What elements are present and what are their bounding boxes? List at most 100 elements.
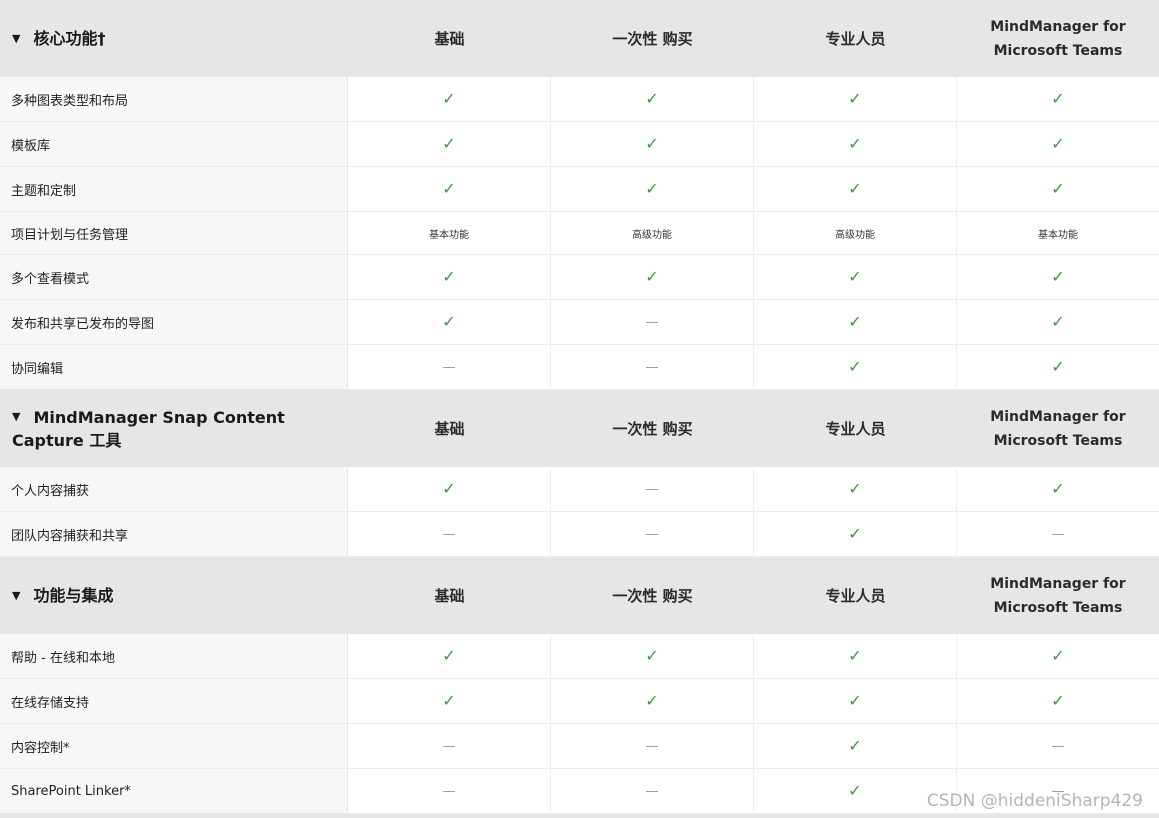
feature-level-text: 基本功能 [1038, 229, 1078, 241]
row-label: 多种图表类型和布局 [0, 77, 348, 121]
column-header-teams: MindManager for Microsoft Teams [990, 18, 1126, 59]
check-icon: ✓ [1051, 646, 1065, 665]
table-row: 协同编辑 — — ✓ ✓ [0, 345, 1159, 390]
check-icon: ✓ [442, 179, 456, 198]
check-icon: ✓ [848, 89, 862, 108]
dash-icon: — [1051, 738, 1065, 754]
dash-icon: — [442, 526, 456, 542]
column-header-professional: 专业人员 [825, 420, 886, 438]
dash-icon: — [442, 738, 456, 754]
check-icon: ✓ [1051, 312, 1065, 331]
section-title: 功能与集成 [33, 586, 114, 605]
table-row: 项目计划与任务管理 基本功能 高级功能 高级功能 基本功能 [0, 212, 1159, 255]
check-icon: ✓ [848, 267, 862, 286]
check-icon: ✓ [645, 691, 659, 710]
column-header-teams: MindManager for Microsoft Teams [990, 575, 1126, 616]
column-header-teams: MindManager for Microsoft Teams [990, 408, 1126, 449]
table-row: 发布和共享已发布的导图 ✓ — ✓ ✓ [0, 300, 1159, 345]
check-icon: ✓ [1051, 691, 1065, 710]
check-icon: ✓ [848, 691, 862, 710]
check-icon: ✓ [848, 781, 862, 800]
column-header-professional: 专业人员 [825, 30, 886, 48]
feature-level-text: 基本功能 [429, 229, 469, 241]
check-icon: ✓ [1051, 267, 1065, 286]
row-label: 协同编辑 [0, 345, 348, 389]
table-bottom-bar [0, 814, 1159, 818]
dash-icon: — [645, 314, 659, 330]
column-header-one-time-purchase: 一次性 购买 [612, 30, 693, 48]
table-row: 团队内容捕获和共享 — — ✓ — [0, 512, 1159, 557]
column-header-one-time-purchase: 一次性 购买 [612, 420, 693, 438]
check-icon: ✓ [442, 646, 456, 665]
check-icon: ✓ [442, 267, 456, 286]
row-label: 多个查看模式 [0, 255, 348, 299]
feature-comparison-table: ▼ 核心功能† 基础 一次性 购买 专业人员 MindManager for Mi… [0, 0, 1159, 814]
check-icon: ✓ [645, 267, 659, 286]
row-label: 个人内容捕获 [0, 467, 348, 511]
check-icon: ✓ [1051, 89, 1065, 108]
dash-icon: — [442, 359, 456, 375]
table-row: 帮助 - 在线和本地 ✓ ✓ ✓ ✓ [0, 634, 1159, 679]
column-header-basic: 基础 [434, 30, 465, 48]
dash-icon: — [1051, 526, 1065, 542]
check-icon: ✓ [442, 134, 456, 153]
check-icon: ✓ [442, 479, 456, 498]
feature-level-text: 高级功能 [632, 229, 672, 241]
check-icon: ✓ [848, 736, 862, 755]
dash-icon: — [645, 738, 659, 754]
check-icon: ✓ [1051, 179, 1065, 198]
row-label: 团队内容捕获和共享 [0, 512, 348, 556]
row-label: 项目计划与任务管理 [0, 212, 348, 254]
dash-icon: — [645, 783, 659, 799]
table-row: 多个查看模式 ✓ ✓ ✓ ✓ [0, 255, 1159, 300]
row-label: SharePoint Linker* [0, 769, 348, 813]
section-title: MindManager Snap Content Capture 工具 [12, 408, 285, 450]
column-header-professional: 专业人员 [825, 587, 886, 605]
table-row: 个人内容捕获 ✓ — ✓ ✓ [0, 467, 1159, 512]
caret-down-icon[interactable]: ▼ [12, 32, 20, 45]
check-icon: ✓ [848, 357, 862, 376]
check-icon: ✓ [848, 312, 862, 331]
check-icon: ✓ [442, 691, 456, 710]
dash-icon: — [645, 481, 659, 497]
row-label: 帮助 - 在线和本地 [0, 634, 348, 678]
table-row: 多种图表类型和布局 ✓ ✓ ✓ ✓ [0, 77, 1159, 122]
caret-down-icon[interactable]: ▼ [12, 589, 20, 602]
row-label: 在线存储支持 [0, 679, 348, 723]
check-icon: ✓ [848, 479, 862, 498]
table-row: 在线存储支持 ✓ ✓ ✓ ✓ [0, 679, 1159, 724]
check-icon: ✓ [848, 179, 862, 198]
row-label: 内容控制* [0, 724, 348, 768]
check-icon: ✓ [645, 134, 659, 153]
check-icon: ✓ [442, 312, 456, 331]
feature-level-text: 高级功能 [835, 229, 875, 241]
watermark: CSDN @hiddeniSharp429 [926, 791, 1143, 811]
section-title: 核心功能† [33, 29, 106, 48]
table-row: 模板库 ✓ ✓ ✓ ✓ [0, 122, 1159, 167]
section-header-snap[interactable]: ▼ MindManager Snap Content Capture 工具 基础 … [0, 390, 1159, 467]
section-header-core[interactable]: ▼ 核心功能† 基础 一次性 购买 专业人员 MindManager for Mi… [0, 0, 1159, 77]
row-label: 模板库 [0, 122, 348, 166]
dash-icon: — [442, 783, 456, 799]
column-header-basic: 基础 [434, 587, 465, 605]
table-row: 主题和定制 ✓ ✓ ✓ ✓ [0, 167, 1159, 212]
check-icon: ✓ [848, 524, 862, 543]
check-icon: ✓ [645, 179, 659, 198]
row-label: 主题和定制 [0, 167, 348, 211]
check-icon: ✓ [645, 646, 659, 665]
check-icon: ✓ [848, 646, 862, 665]
check-icon: ✓ [848, 134, 862, 153]
check-icon: ✓ [645, 89, 659, 108]
dash-icon: — [645, 359, 659, 375]
row-label: 发布和共享已发布的导图 [0, 300, 348, 344]
section-header-integrations[interactable]: ▼ 功能与集成 基础 一次性 购买 专业人员 MindManager for Mi… [0, 557, 1159, 634]
check-icon: ✓ [1051, 479, 1065, 498]
caret-down-icon[interactable]: ▼ [12, 405, 20, 428]
dash-icon: — [645, 526, 659, 542]
column-header-basic: 基础 [434, 420, 465, 438]
check-icon: ✓ [1051, 357, 1065, 376]
column-header-one-time-purchase: 一次性 购买 [612, 587, 693, 605]
check-icon: ✓ [442, 89, 456, 108]
table-row: 内容控制* — — ✓ — [0, 724, 1159, 769]
check-icon: ✓ [1051, 134, 1065, 153]
